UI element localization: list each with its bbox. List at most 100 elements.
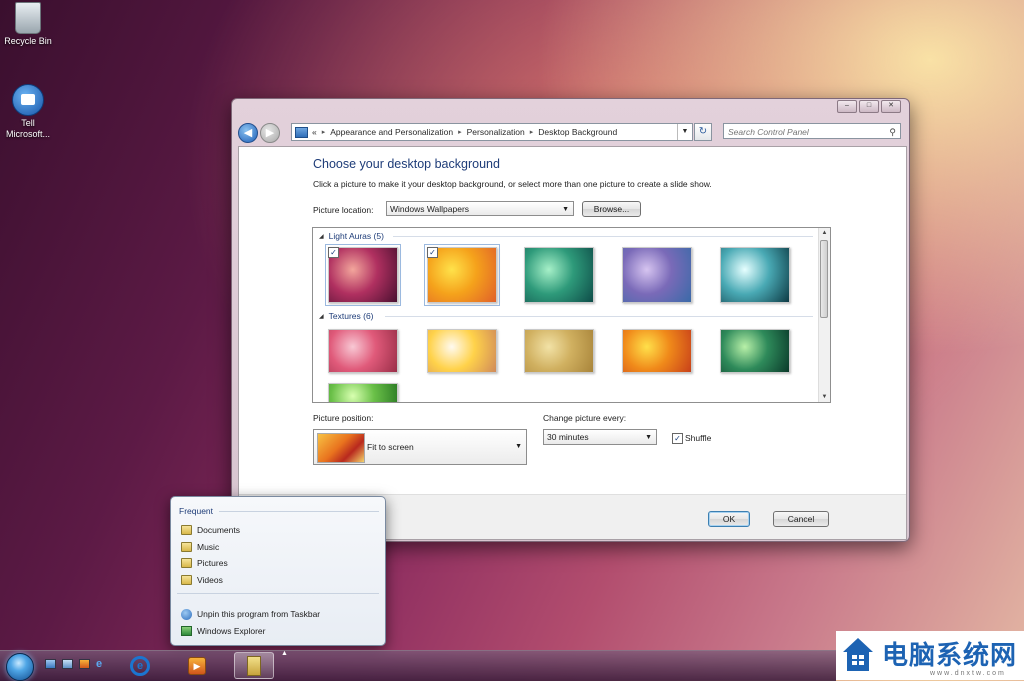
jump-list-pointer-icon: ▲ <box>281 650 288 657</box>
breadcrumb-overflow[interactable]: « <box>312 127 317 137</box>
jump-list-label: Documents <box>197 525 240 535</box>
breadcrumb-separator: ▸ <box>321 129 326 136</box>
navigation-bar: ◀ ▶ « ▸ Appearance and Personalization ▸… <box>238 122 903 143</box>
minimize-button[interactable]: – <box>837 100 857 113</box>
picture-location-label: Picture location: <box>313 205 374 215</box>
jump-list-label: Videos <box>197 575 223 585</box>
ok-button[interactable]: OK <box>708 511 750 527</box>
group-header-textures[interactable]: ◢ Textures (6) <box>319 311 374 321</box>
chevron-down-icon[interactable]: ▼ <box>677 124 692 140</box>
shuffle-checkbox[interactable]: ✓ <box>672 433 683 444</box>
watermark-url: www.dnxtw.com <box>930 670 1006 677</box>
picture-location-value: Windows Wallpapers <box>390 204 470 214</box>
search-input[interactable] <box>728 124 878 140</box>
shuffle-label[interactable]: Shuffle <box>685 433 711 443</box>
wallpaper-thumbnail-texture-frangipani[interactable] <box>427 329 497 373</box>
explorer-jump-list: Frequent Documents Music Pictures Videos… <box>170 496 386 646</box>
scroll-down-icon[interactable]: ▼ <box>819 392 830 402</box>
page-title: Choose your desktop background <box>313 157 500 171</box>
forward-arrow-icon: ▶ <box>265 127 275 139</box>
back-button[interactable]: ◀ <box>238 123 258 143</box>
maximize-button[interactable]: □ <box>859 100 879 113</box>
collapse-triangle-icon[interactable]: ◢ <box>319 233 324 240</box>
cancel-button[interactable]: Cancel <box>773 511 829 527</box>
wallpaper-thumbnail-texture-pattern[interactable] <box>524 329 594 373</box>
windows-media-player-icon: ▶ <box>188 656 206 675</box>
windows-explorer-icon <box>181 626 192 636</box>
wallpaper-thumbnail-texture-pink-flower[interactable] <box>328 329 398 373</box>
jump-list-divider <box>177 593 379 594</box>
jump-list-label: Unpin this program from Taskbar <box>197 609 321 619</box>
picture-location-dropdown[interactable]: Windows Wallpapers ▼ <box>386 201 574 216</box>
wallpaper-thumbnail-texture-green[interactable] <box>328 383 398 402</box>
taskbar-windows-media-player[interactable]: ▶ <box>177 652 217 679</box>
open-windows-explorer[interactable]: Windows Explorer <box>181 624 266 638</box>
wallpaper-thumbnail-texture-gerbera[interactable] <box>622 329 692 373</box>
checkbox[interactable]: ✓ <box>427 247 438 258</box>
browse-button[interactable]: Browse... <box>582 201 641 217</box>
taskbar-internet-explorer[interactable]: e <box>120 652 160 679</box>
wallpaper-thumbnail-light-aura-1[interactable]: ✓ <box>325 244 401 306</box>
music-folder-icon <box>181 542 192 552</box>
address-bar[interactable]: « ▸ Appearance and Personalization ▸ Per… <box>291 123 693 141</box>
page-subtitle: Click a picture to make it your desktop … <box>313 179 712 189</box>
site-watermark: 电脑系统网 www.dnxtw.com <box>836 631 1024 680</box>
windows-explorer-icon <box>247 655 261 676</box>
collapse-triangle-icon[interactable]: ◢ <box>319 313 324 320</box>
switch-windows-icon[interactable] <box>62 659 73 669</box>
group-title: Light Auras (5) <box>328 231 384 241</box>
scroll-thumb[interactable] <box>820 240 828 318</box>
wallpaper-thumbnail-light-aura-5[interactable] <box>720 247 790 303</box>
change-picture-value: 30 minutes <box>547 432 589 442</box>
scroll-up-icon[interactable]: ▲ <box>819 228 830 238</box>
breadcrumb-desktop-background[interactable]: Desktop Background <box>538 127 617 137</box>
group-divider <box>385 316 813 317</box>
checkbox[interactable]: ✓ <box>328 247 339 258</box>
jump-list-label: Windows Explorer <box>197 626 266 636</box>
jump-list-header: Frequent <box>179 506 214 516</box>
chevron-down-icon: ▼ <box>645 434 652 441</box>
back-arrow-icon: ◀ <box>243 127 253 139</box>
videos-folder-icon <box>181 575 192 585</box>
desktop-icon-label: Recycle Bin <box>4 36 52 46</box>
jump-list-item-videos[interactable]: Videos <box>181 573 223 587</box>
chevron-down-icon: ▼ <box>515 443 522 450</box>
breadcrumb-personalization[interactable]: Personalization <box>467 127 525 137</box>
breadcrumb-appearance[interactable]: Appearance and Personalization <box>330 127 453 137</box>
jump-list-item-pictures[interactable]: Pictures <box>181 556 228 570</box>
taskbar: e e ▶ ▲ <box>0 650 836 681</box>
start-button[interactable] <box>6 653 34 681</box>
show-desktop-icon[interactable] <box>45 659 56 669</box>
gallery-scrollbar[interactable]: ▲ ▼ <box>818 228 830 402</box>
unpin-from-taskbar[interactable]: Unpin this program from Taskbar <box>181 607 320 621</box>
documents-folder-icon <box>181 525 192 535</box>
internet-explorer-icon: e <box>130 655 150 676</box>
recycle-bin-icon <box>15 2 41 34</box>
search-icon[interactable]: ⚲ <box>889 124 896 140</box>
wallpaper-thumbnail-texture-leaves[interactable] <box>720 329 790 373</box>
wallpaper-thumbnail-light-aura-2[interactable]: ✓ <box>424 244 500 306</box>
desktop-icon-tell-microsoft[interactable]: Tell Microsoft... <box>0 84 58 140</box>
jump-list-item-music[interactable]: Music <box>181 540 219 554</box>
close-button[interactable]: ✕ <box>881 100 901 113</box>
change-picture-dropdown[interactable]: 30 minutes ▼ <box>543 429 657 445</box>
refresh-icon: ↻ <box>698 126 708 137</box>
breadcrumb-separator: ▸ <box>458 129 462 136</box>
position-preview-thumbnail <box>317 433 365 463</box>
content-pane: Choose your desktop background Click a p… <box>238 146 907 540</box>
forward-button[interactable]: ▶ <box>260 123 280 143</box>
wallpaper-thumbnail-light-aura-4[interactable] <box>622 247 692 303</box>
internet-explorer-quick-icon[interactable]: e <box>96 659 107 670</box>
wallpaper-thumbnail-light-aura-3[interactable] <box>524 247 594 303</box>
taskbar-windows-explorer[interactable] <box>234 652 274 679</box>
desktop-icon-recycle-bin[interactable]: Recycle Bin <box>0 2 58 47</box>
jump-list-item-documents[interactable]: Documents <box>181 523 240 537</box>
media-player-quick-icon[interactable] <box>79 659 90 669</box>
group-title: Textures (6) <box>328 311 374 321</box>
refresh-button[interactable]: ↻ <box>694 123 712 141</box>
group-header-light-auras[interactable]: ◢ Light Auras (5) <box>319 231 384 241</box>
jump-list-label: Pictures <box>197 558 228 568</box>
feedback-icon <box>12 84 44 116</box>
search-box[interactable]: ⚲ <box>723 123 901 140</box>
picture-position-dropdown[interactable]: Fit to screen ▼ <box>313 429 527 465</box>
